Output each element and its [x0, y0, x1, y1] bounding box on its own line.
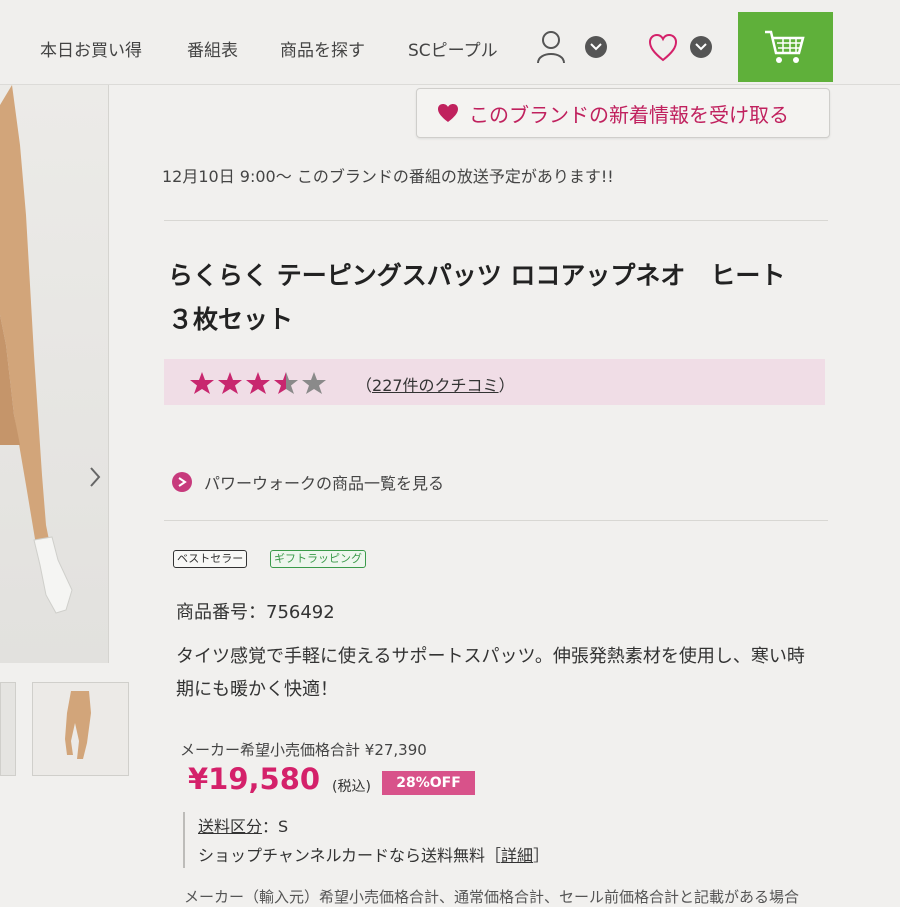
msrp-price: メーカー希望小売価格合計 ¥27,390 [180, 741, 427, 759]
next-image-chevron-right-icon[interactable] [88, 465, 102, 493]
product-title-line-1: らくらく テーピングスパッツ ロコアップネオ ヒート [168, 261, 786, 290]
nav-item-sc-people[interactable]: SCピープル [408, 36, 498, 61]
follow-brand-label: このブランドの新着情報を受け取る [469, 103, 789, 127]
sale-price: ¥19,580 [188, 762, 321, 796]
divider [164, 220, 828, 221]
shipping-class-value: ：S [262, 817, 289, 836]
top-navigation: 本日お買い得 番組表 商品を探す SCピープル [0, 0, 900, 85]
broadcast-notice: 12月10日 9:00～ このブランドの番組の放送予定があります!! [162, 167, 614, 186]
divider [164, 520, 828, 521]
product-image[interactable] [0, 85, 109, 663]
tights-thumbnail-photo [65, 691, 91, 759]
reviews-open-paren: （ [356, 376, 373, 395]
shipping-detail-link[interactable]: 詳細 [501, 846, 533, 865]
tax-included-note: (税込) [332, 779, 371, 795]
user-menu-chevron-down-icon[interactable] [585, 36, 607, 58]
favorites-chevron-down-icon[interactable] [690, 36, 712, 58]
product-title: らくらく テーピングスパッツ ロコアップネオ ヒート ３枚セット [168, 254, 785, 342]
shipping-class-link[interactable]: 送料区分 [198, 817, 262, 836]
gift-wrapping-badge: ギフトラッピング [270, 550, 366, 568]
user-icon[interactable] [536, 30, 566, 68]
nav-item-find-products[interactable]: 商品を探す [280, 36, 365, 61]
follow-brand-button[interactable]: このブランドの新着情報を受け取る [416, 88, 830, 138]
product-description: タイツ感覚で手軽に使えるサポートスパッツ。伸張発熱素材を使用し、寒い時期にも暖か… [176, 646, 805, 700]
star-half-icon [274, 372, 298, 394]
reviews-close-paren: ） [498, 376, 515, 395]
chevron-right-circle-icon [172, 472, 192, 492]
star-rating [190, 370, 335, 402]
star-full-icon [190, 372, 214, 394]
bestseller-badge: ベストセラー [173, 550, 248, 568]
free-shipping-note: ショップチャンネルカードなら送料無料［詳細］ [198, 842, 549, 866]
free-shipping-text: ショップチャンネルカードなら送料無料［ [198, 846, 502, 865]
reviews-link[interactable]: 227件のクチコミ [372, 376, 499, 395]
star-full-icon [246, 372, 270, 394]
favorites-heart-icon[interactable] [648, 33, 678, 66]
product-title-line-2: ３枚セット [168, 305, 294, 334]
tights-legs-photo [0, 85, 73, 614]
shipping-class: 送料区分：S [198, 813, 288, 837]
nav-item-todays-deals[interactable]: 本日お買い得 [40, 36, 142, 61]
free-shipping-close: ］ [533, 846, 550, 865]
product-number: 商品番号：756492 [176, 602, 335, 623]
shipping-info-bar [183, 812, 185, 868]
heart-icon [437, 103, 459, 127]
cart-button[interactable] [738, 12, 833, 82]
star-full-icon [218, 372, 242, 394]
brand-products-link-label: パワーウォークの商品一覧を見る [204, 474, 445, 493]
star-empty-icon [302, 372, 326, 394]
thumbnail-image[interactable] [0, 682, 16, 776]
thumbnail-image[interactable] [32, 682, 129, 776]
discount-badge: 28%OFF [382, 771, 475, 795]
nav-item-program-guide[interactable]: 番組表 [187, 36, 238, 61]
price-footnote: メーカー（輸入元）希望小売価格合計、通常価格合計、セール前価格合計と記載がある場… [184, 888, 800, 906]
reviews: （227件のクチコミ） [356, 372, 515, 396]
